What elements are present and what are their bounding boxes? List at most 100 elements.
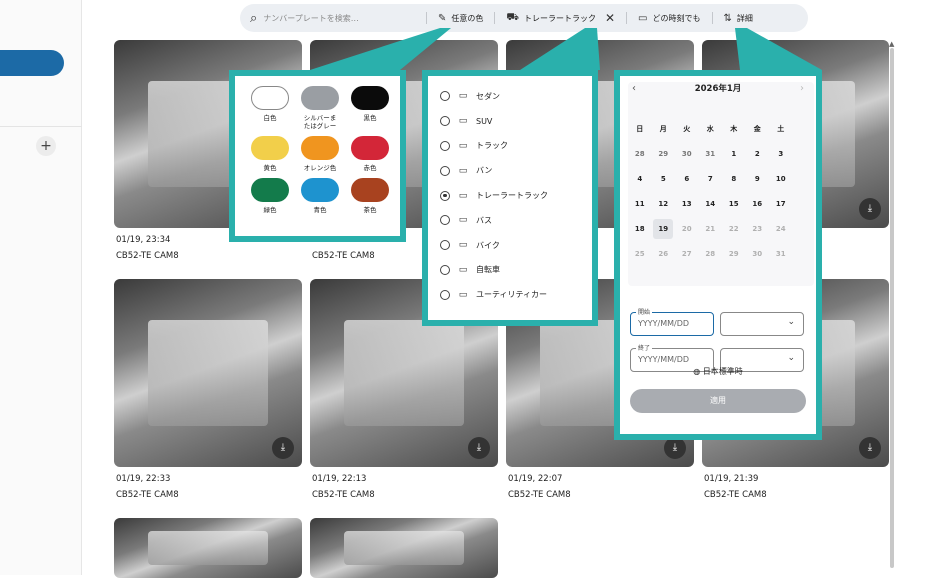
chevron-down-icon: ⌄ (787, 317, 795, 327)
color-option[interactable]: シルバーまたはグレー (295, 86, 345, 130)
calendar-day[interactable]: 11 (628, 200, 652, 208)
day-number: 25 (634, 249, 645, 258)
calendar-day[interactable]: 14 (699, 200, 723, 208)
color-option[interactable]: 緑色 (245, 178, 295, 214)
calendar-day[interactable]: 4 (628, 175, 652, 183)
radio-button[interactable] (440, 91, 450, 102)
bus-icon: ▭ (458, 215, 468, 226)
weekday-label: 木 (730, 124, 738, 133)
vehicle-label: バン (476, 166, 493, 176)
color-swatch (301, 86, 339, 110)
calendar-day[interactable]: 1 (722, 150, 746, 158)
calendar-day[interactable]: 8 (722, 175, 746, 183)
calendar-day[interactable]: 28 (628, 150, 652, 158)
day-number: 18 (634, 224, 645, 233)
color-swatch (301, 136, 339, 160)
calendar-day[interactable]: 27 (675, 250, 699, 258)
weekday-label: 日 (636, 124, 644, 133)
radio-button[interactable] (440, 289, 450, 300)
vehicle-option[interactable]: ▭ トレーラートラック (440, 183, 548, 208)
calendar-day[interactable]: 3 (769, 150, 793, 158)
calendar-day[interactable]: 24 (769, 225, 793, 233)
calendar-day[interactable]: 5 (652, 175, 676, 183)
calendar-day[interactable]: 26 (652, 250, 676, 258)
calendar-day[interactable]: 17 (769, 200, 793, 208)
color-label: 黄色 (263, 164, 277, 172)
chevron-down-icon: ⌄ (787, 353, 795, 363)
color-option[interactable]: 青色 (295, 178, 345, 214)
day-number: 11 (634, 199, 645, 208)
apply-button[interactable]: 適用 (630, 389, 806, 413)
calendar-day[interactable]: 12 (652, 200, 676, 208)
color-swatch (251, 86, 289, 110)
calendar-day[interactable]: 16 (746, 200, 770, 208)
calendar-day[interactable]: 13 (675, 200, 699, 208)
day-number: 31 (775, 249, 786, 258)
color-option[interactable]: 黒色 (345, 86, 395, 130)
vehicle-option[interactable]: ▭ ユーティリティカー (440, 282, 548, 307)
calendar-day[interactable]: 31 (769, 250, 793, 258)
start-time-select[interactable]: ⌄ (720, 312, 804, 336)
color-option[interactable]: 茶色 (345, 178, 395, 214)
color-swatch (351, 86, 389, 110)
bicycle-icon: ▭ (458, 264, 468, 275)
calendar-day[interactable]: 22 (722, 225, 746, 233)
color-option[interactable]: 黄色 (245, 136, 295, 172)
color-option[interactable]: オレンジ色 (295, 136, 345, 172)
calendar-day[interactable]: 21 (699, 225, 723, 233)
calendar-day[interactable]: 29 (722, 250, 746, 258)
radio-button[interactable] (440, 116, 450, 127)
vehicle-option[interactable]: ▭ バス (440, 208, 548, 233)
color-label: 白色 (263, 114, 277, 122)
day-number: 27 (681, 249, 692, 258)
color-option[interactable]: 白色 (245, 86, 295, 130)
vehicle-option[interactable]: ▭ SUV (440, 109, 548, 134)
date-popup: ‹ 2026年1月 › 日月火水木金土 28 29 30 31 1 2 3 4 5 6 7 8 9 10 11… (614, 70, 822, 440)
day-number: 7 (707, 174, 713, 183)
color-option[interactable]: 赤色 (345, 136, 395, 172)
vehicle-option[interactable]: ▭ 自転車 (440, 258, 548, 283)
vehicle-option[interactable]: ▭ セダン (440, 84, 548, 109)
calendar-day[interactable]: 2 (746, 150, 770, 158)
calendar-day[interactable]: 18 (628, 225, 652, 233)
color-label: 赤色 (363, 164, 377, 172)
calendar-day[interactable]: 6 (675, 175, 699, 183)
day-number: 8 (731, 174, 737, 183)
next-month-icon[interactable]: › (800, 83, 804, 94)
vehicle-label: トレーラートラック (476, 191, 548, 201)
radio-button[interactable] (440, 165, 450, 176)
radio-button[interactable] (440, 140, 450, 151)
calendar-day[interactable]: 19 (652, 218, 676, 239)
day-number: 14 (705, 199, 716, 208)
prev-month-icon[interactable]: ‹ (632, 83, 636, 94)
calendar-day[interactable]: 30 (746, 250, 770, 258)
calendar-day[interactable]: 7 (699, 175, 723, 183)
calendar-day[interactable]: 31 (699, 150, 723, 158)
radio-button[interactable] (440, 264, 450, 275)
vehicle-option[interactable]: ▭ バイク (440, 233, 548, 258)
weekday-label: 火 (683, 124, 691, 133)
radio-button[interactable] (440, 190, 450, 201)
calendar-day[interactable]: 23 (746, 225, 770, 233)
vehicle-type-popup: ▭ セダン ▭ SUV ▭ トラック ▭ バン ▭ トレーラートラック ▭ バス ▭ バイク ▭ 自転車 ▭ ユー… (422, 70, 598, 326)
color-label: オレンジ色 (303, 164, 337, 172)
calendar-day[interactable]: 29 (652, 150, 676, 158)
vehicle-option[interactable]: ▭ バン (440, 158, 548, 183)
calendar-day[interactable]: 25 (628, 250, 652, 258)
calendar-day[interactable]: 28 (699, 250, 723, 258)
radio-button[interactable] (440, 215, 450, 226)
vehicle-option[interactable]: ▭ トラック (440, 134, 548, 159)
calendar-day[interactable]: 15 (722, 200, 746, 208)
calendar-day[interactable]: 9 (746, 175, 770, 183)
day-number: 10 (775, 174, 786, 183)
start-date-input[interactable]: 開始 YYYY/MM/DD (630, 307, 714, 336)
radio-button[interactable] (440, 240, 450, 251)
color-swatch (301, 178, 339, 202)
calendar-day[interactable]: 10 (769, 175, 793, 183)
color-swatch (251, 178, 289, 202)
calendar-grid: 日月火水木金土 28 29 30 31 1 2 3 4 5 6 7 8 9 10 11 12 13 14 15 16 17… (628, 116, 793, 266)
calendar-day[interactable]: 30 (675, 150, 699, 158)
day-number: 5 (660, 174, 666, 183)
calendar-day[interactable]: 20 (675, 225, 699, 233)
vehicle-label: 自転車 (476, 265, 500, 275)
